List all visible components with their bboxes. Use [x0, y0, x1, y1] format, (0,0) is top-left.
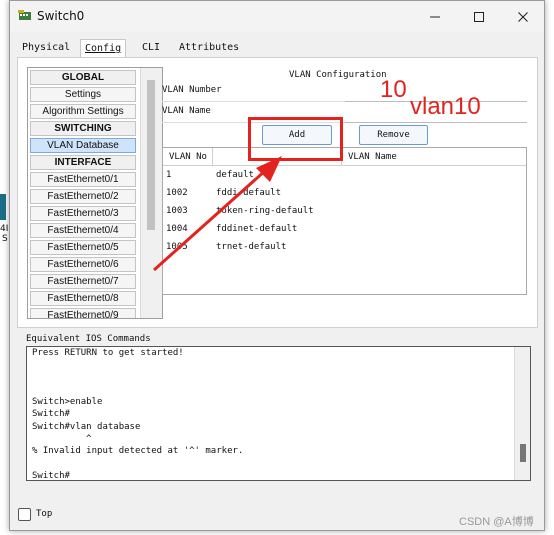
top-checkbox[interactable] — [18, 507, 31, 521]
console-scroll-thumb[interactable] — [520, 444, 526, 462]
sidebar-heading-switching: SWITCHING — [30, 121, 136, 136]
console-line: Press RETURN to get started! — [32, 348, 184, 358]
top-label: Top — [36, 509, 53, 519]
close-icon — [518, 11, 528, 22]
sidebar-heading-interface: INTERFACE — [30, 155, 136, 170]
vlan-name-cell: default — [216, 170, 254, 180]
sidebar-item-fastethernet[interactable]: FastEthernet0/2 — [30, 189, 136, 204]
table-row[interactable]: 1005 trnet-default — [163, 239, 526, 257]
vlan-table[interactable]: VLAN No VLAN Name 1 default 1002 fddi-de… — [162, 147, 527, 295]
tab-config[interactable]: Config — [80, 39, 127, 58]
switch-app-icon — [18, 10, 31, 20]
table-row[interactable]: 1003 token-ring-default — [163, 203, 526, 221]
sidebar-item-fastethernet[interactable]: FastEthernet0/3 — [30, 206, 136, 221]
tab-physical[interactable]: Physical — [18, 39, 74, 57]
ios-commands-label: Equivalent IOS Commands — [26, 334, 151, 344]
background-text: 4I — [0, 224, 9, 234]
sidebar-heading-global: GLOBAL — [30, 70, 136, 85]
remove-vlan-button[interactable]: Remove — [359, 125, 428, 145]
console-line: ^ — [32, 434, 92, 445]
sidebar-scrollbar[interactable] — [140, 68, 162, 318]
sidebar-item-fastethernet[interactable]: FastEthernet0/4 — [30, 223, 136, 238]
tab-cli[interactable]: CLI — [138, 39, 164, 57]
vlan-number-label: VLAN Number — [162, 85, 222, 95]
sidebar-item-algorithm-settings[interactable]: Algorithm Settings — [30, 104, 136, 119]
console-line: Switch>enable — [32, 397, 103, 408]
console-line: Switch#vlan database — [32, 421, 141, 432]
vlan-no-cell: 1003 — [166, 206, 188, 216]
annotation-highlight-box — [248, 117, 343, 161]
minimize-button[interactable] — [413, 1, 457, 32]
vlan-name-cell: fddi-default — [216, 188, 282, 198]
window-title: Switch0 — [37, 9, 85, 23]
sidebar-item-fastethernet[interactable]: FastEthernet0/6 — [30, 257, 136, 272]
background-text: S — [2, 234, 8, 244]
vlan-name-label: VLAN Name — [162, 106, 211, 116]
maximize-button[interactable] — [457, 1, 501, 32]
vlan-name-cell: fddinet-default — [216, 224, 298, 234]
annotation-vlan-number: 10 — [380, 76, 407, 103]
vlan-no-cell: 1005 — [166, 242, 188, 252]
sidebar-item-fastethernet[interactable]: FastEthernet0/7 — [30, 274, 136, 289]
tab-attributes[interactable]: Attributes — [175, 39, 243, 57]
config-sidebar: GLOBAL Settings Algorithm Settings SWITC… — [27, 67, 163, 319]
sidebar-item-fastethernet[interactable]: FastEthernet0/9 — [30, 308, 136, 318]
sidebar-item-fastethernet[interactable]: FastEthernet0/1 — [30, 172, 136, 187]
table-row[interactable]: 1002 fddi-default — [163, 185, 526, 203]
ios-console[interactable]: Press RETURN to get started! Switch>enab… — [26, 346, 531, 481]
sidebar-item-vlan-database[interactable]: VLAN Database — [30, 138, 136, 153]
background-icon — [0, 194, 6, 220]
vlan-no-cell: 1004 — [166, 224, 188, 234]
vlan-name-cell: token-ring-default — [216, 206, 314, 216]
top-option: Top — [18, 507, 52, 521]
sidebar-item-settings[interactable]: Settings — [30, 87, 136, 102]
title-bar[interactable]: Switch0 — [10, 1, 544, 32]
column-header-vlan-no[interactable]: VLAN No — [163, 148, 213, 166]
table-row[interactable]: 1 default — [163, 167, 526, 185]
minimize-icon — [430, 16, 440, 17]
console-line: Switch# — [32, 409, 70, 420]
sidebar-scroll-thumb[interactable] — [147, 80, 155, 230]
column-header-vlan-name[interactable]: VLAN Name — [342, 148, 526, 166]
watermark: CSDN @A博博 — [459, 516, 534, 528]
vlan-name-cell: trnet-default — [216, 242, 287, 252]
annotation-vlan-name: vlan10 — [410, 93, 481, 120]
vlan-no-cell: 1 — [166, 170, 172, 180]
console-output: Press RETURN to get started! Switch>enab… — [32, 347, 244, 481]
close-button[interactable] — [501, 1, 545, 32]
vlan-no-cell: 1002 — [166, 188, 188, 198]
maximize-icon — [474, 11, 484, 22]
vlan-config-title: VLAN Configuration — [289, 70, 387, 80]
switch-window: Switch0 Physical Config CLI Attributes G… — [9, 0, 545, 531]
divider — [162, 101, 345, 102]
console-scrollbar[interactable] — [514, 347, 530, 480]
sidebar-item-fastethernet[interactable]: FastEthernet0/5 — [30, 240, 136, 255]
sidebar-item-fastethernet[interactable]: FastEthernet0/8 — [30, 291, 136, 306]
tab-config-label: Config — [85, 43, 122, 54]
console-line: Switch# — [32, 470, 70, 481]
console-line: % Invalid input detected at '^' marker. — [32, 446, 244, 457]
table-row[interactable]: 1004 fddinet-default — [163, 221, 526, 239]
